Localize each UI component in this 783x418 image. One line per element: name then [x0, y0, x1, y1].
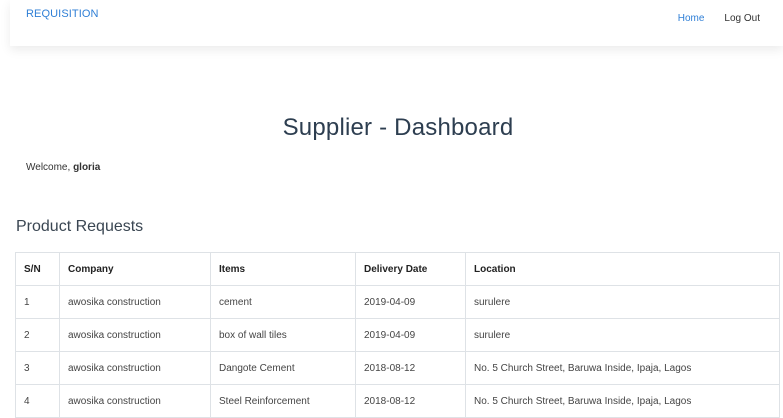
cell-items: box of wall tiles	[210, 318, 356, 352]
section-title: Product Requests	[16, 218, 144, 235]
welcome-username: gloria	[73, 162, 101, 173]
cell-company: awosika construction	[59, 384, 211, 418]
table-row: 4 awosika construction Steel Reinforceme…	[15, 384, 780, 418]
nav-home-link[interactable]: Home	[678, 13, 705, 24]
cell-location: No. 5 Church Street, Baruwa Inside, Ipaj…	[465, 351, 780, 385]
cell-location: No. 5 Church Street, Baruwa Inside, Ipaj…	[465, 384, 780, 418]
product-requests-table: S/N Company Items Delivery Date Location…	[15, 252, 780, 418]
header-items: Items	[210, 252, 356, 286]
brand-link[interactable]: REQUISITION	[26, 8, 99, 20]
cell-delivery-date: 2019-04-09	[355, 318, 466, 352]
page-title: Supplier - Dashboard	[282, 114, 514, 141]
cell-sn: 1	[15, 285, 60, 319]
cell-location: surulere	[465, 318, 780, 352]
navbar: REQUISITION Home Log Out	[10, 0, 783, 46]
header-company: Company	[59, 252, 211, 286]
nav-links: Home Log Out	[678, 13, 760, 24]
cell-sn: 2	[15, 318, 60, 352]
header-location: Location	[465, 252, 780, 286]
header-sn: S/N	[15, 252, 60, 286]
table-row: 1 awosika construction cement 2019-04-09…	[15, 285, 780, 319]
cell-delivery-date: 2019-04-09	[355, 285, 466, 319]
cell-delivery-date: 2018-08-12	[355, 384, 466, 418]
cell-sn: 4	[15, 384, 60, 418]
table-row: 2 awosika construction box of wall tiles…	[15, 318, 780, 352]
cell-sn: 3	[15, 351, 60, 385]
table-header-row: S/N Company Items Delivery Date Location	[15, 252, 780, 286]
welcome-prefix: Welcome,	[26, 162, 74, 173]
cell-delivery-date: 2018-08-12	[355, 351, 466, 385]
cell-company: awosika construction	[59, 318, 211, 352]
cell-company: awosika construction	[59, 285, 211, 319]
header-delivery-date: Delivery Date	[355, 252, 466, 286]
cell-company: awosika construction	[59, 351, 211, 385]
cell-items: cement	[210, 285, 356, 319]
nav-logout-link[interactable]: Log Out	[724, 13, 760, 24]
cell-items: Steel Reinforcement	[210, 384, 356, 418]
cell-location: surulere	[465, 285, 780, 319]
welcome-message: Welcome, gloria	[26, 162, 100, 173]
cell-items: Dangote Cement	[210, 351, 356, 385]
table-row: 3 awosika construction Dangote Cement 20…	[15, 351, 780, 385]
